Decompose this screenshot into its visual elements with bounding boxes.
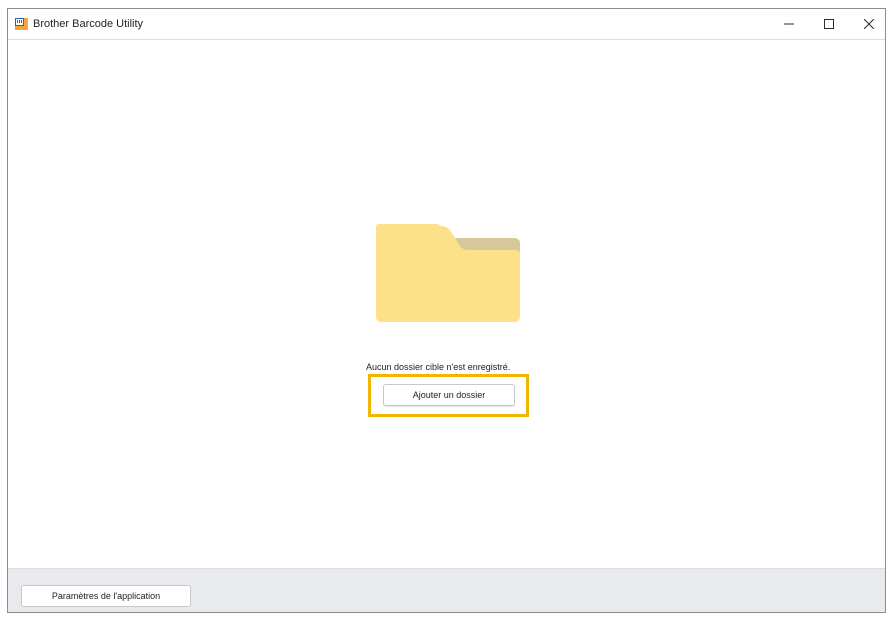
minimize-icon bbox=[784, 23, 794, 25]
footer-bar: Paramètres de l'application bbox=[8, 568, 885, 612]
folder-icon bbox=[376, 224, 520, 322]
close-icon bbox=[864, 19, 874, 29]
app-settings-button[interactable]: Paramètres de l'application bbox=[21, 585, 191, 607]
maximize-icon bbox=[824, 19, 834, 29]
close-button[interactable] bbox=[850, 9, 885, 39]
title-bar[interactable]: Brother Barcode Utility bbox=[8, 9, 885, 40]
brother-barcode-utility-icon bbox=[15, 18, 28, 30]
main-content: Aucun dossier cible n'est enregistré. Aj… bbox=[8, 40, 885, 568]
maximize-button[interactable] bbox=[810, 9, 848, 39]
app-window: Brother Barcode Utility Aucun dossier ci… bbox=[7, 8, 886, 613]
minimize-button[interactable] bbox=[770, 9, 808, 39]
window-title: Brother Barcode Utility bbox=[33, 18, 144, 30]
add-folder-button[interactable]: Ajouter un dossier bbox=[383, 384, 515, 406]
empty-state-message: Aucun dossier cible n'est enregistré. bbox=[366, 362, 511, 372]
